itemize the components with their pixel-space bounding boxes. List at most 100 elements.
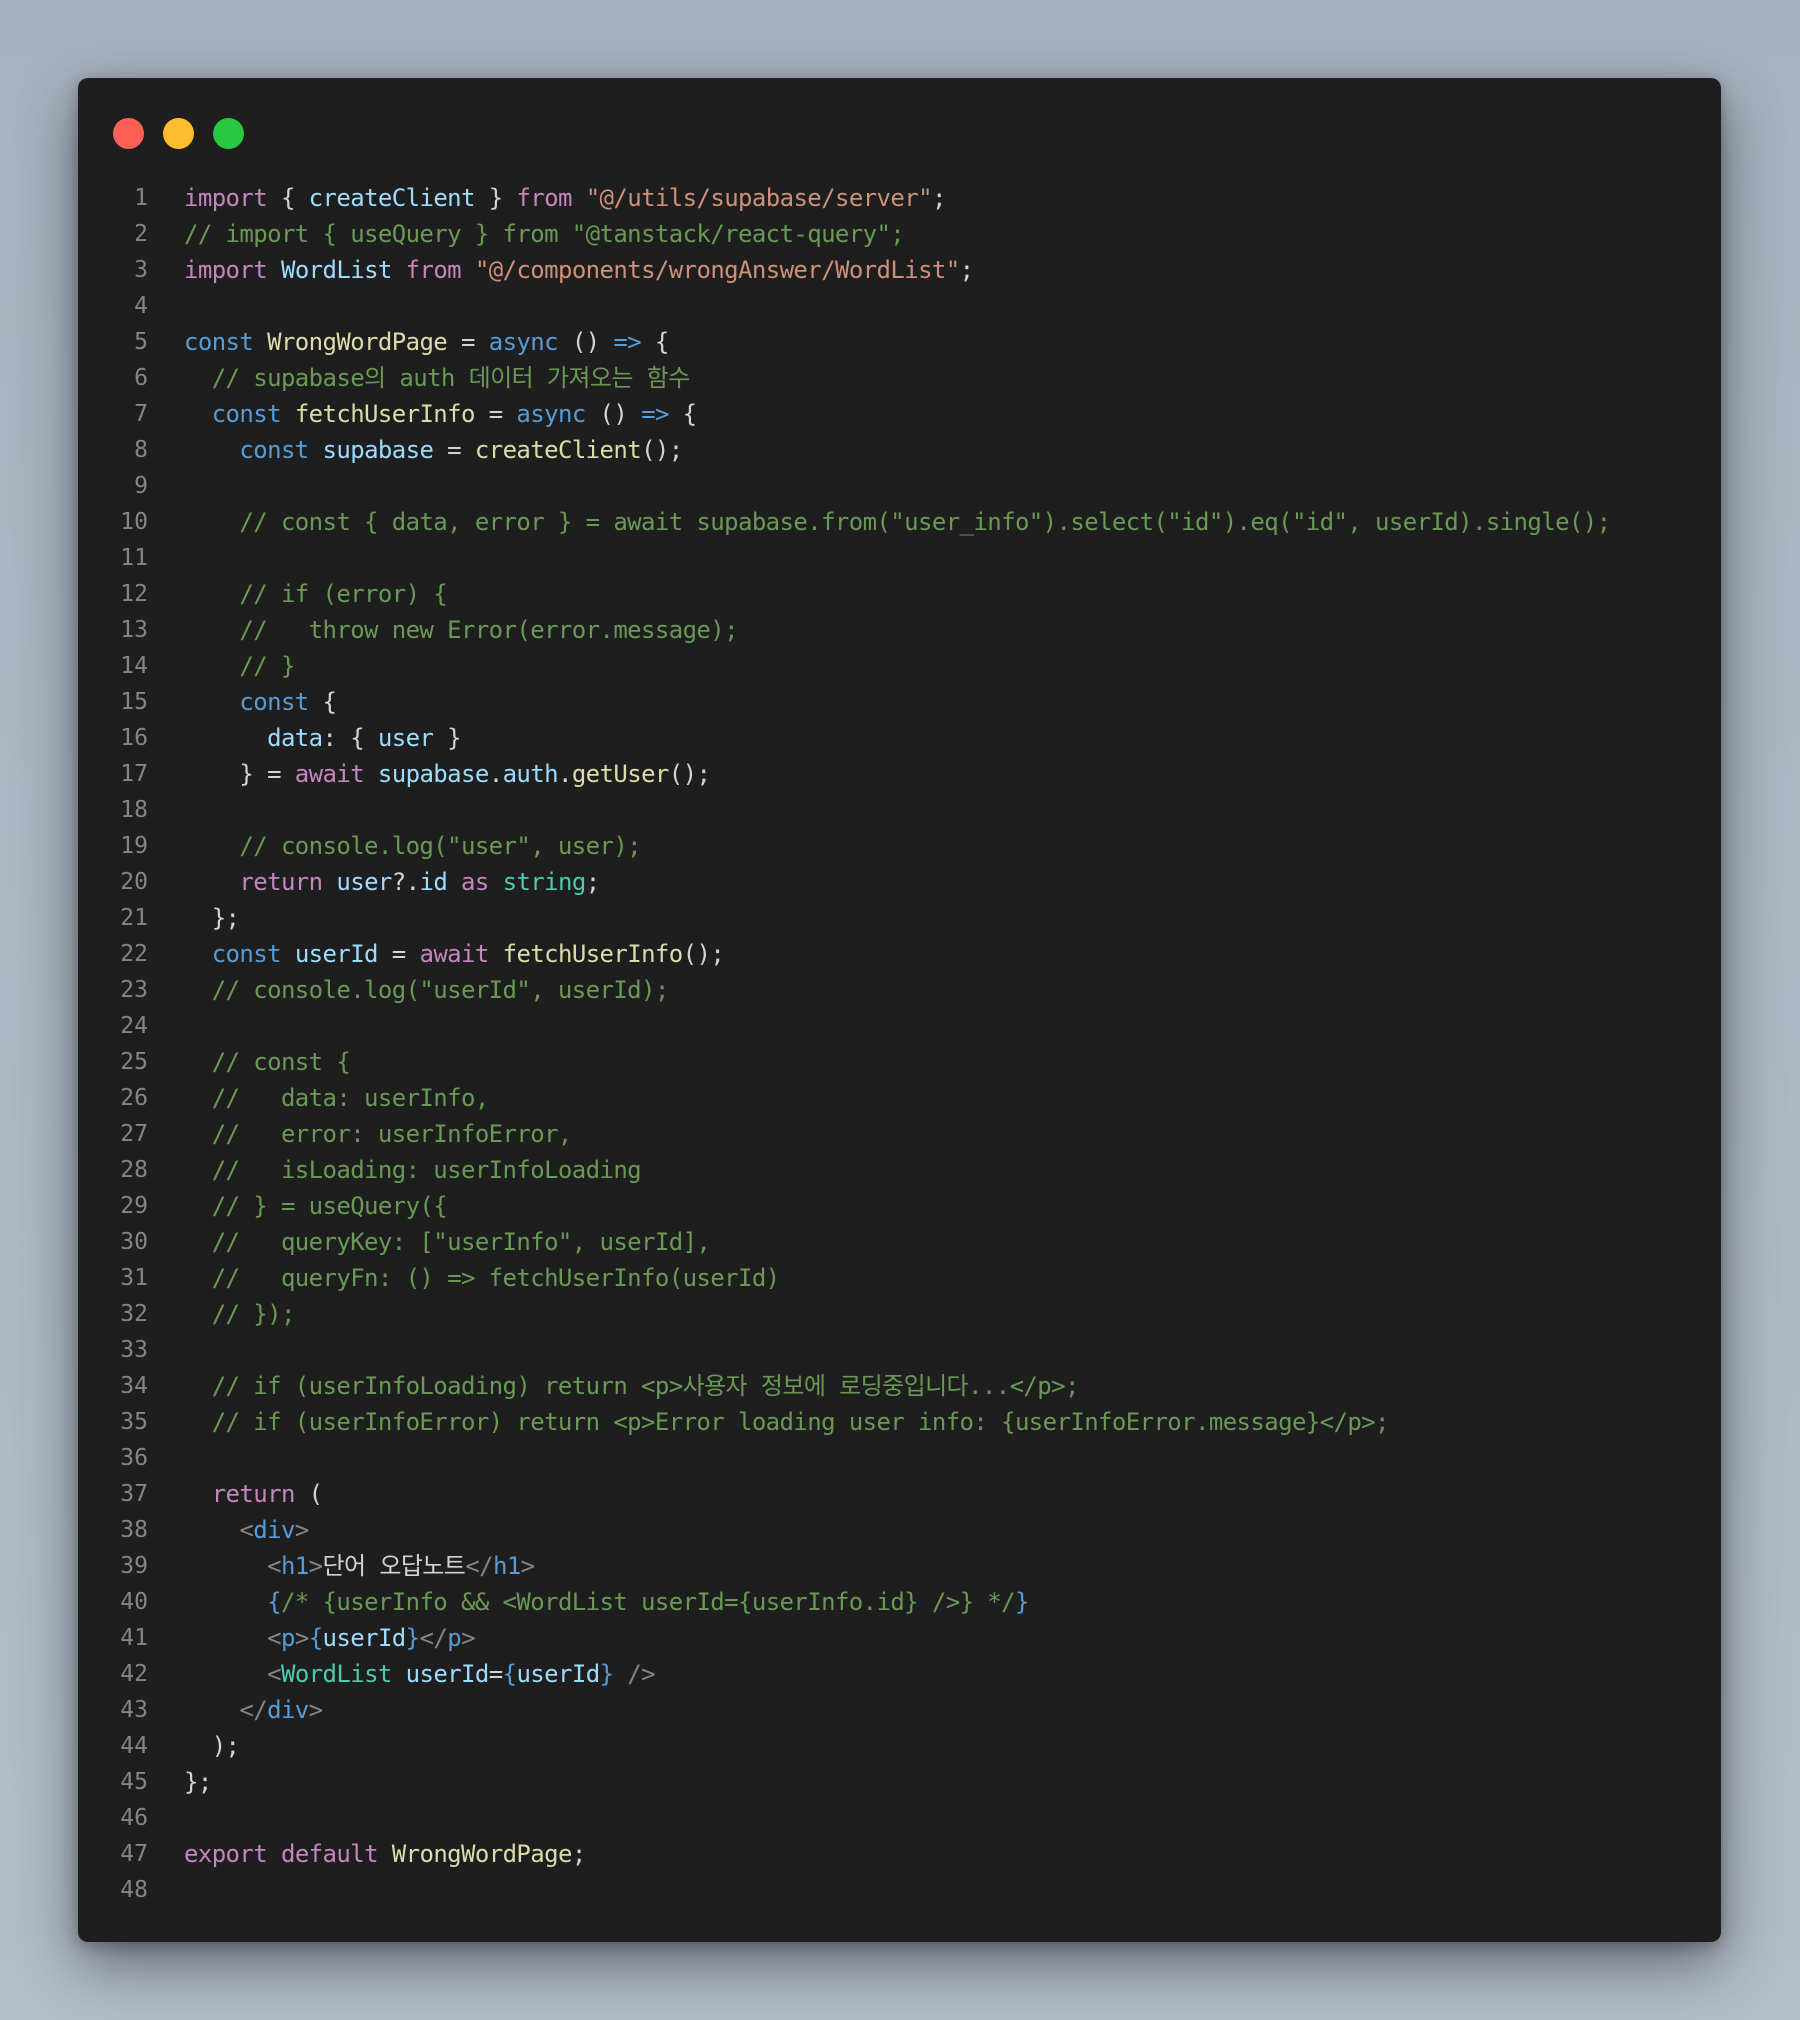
code-token: 단어 오답노트 [322,1552,466,1580]
line-number: 31 [120,1265,148,1291]
code-token: // throw new Error(error.message); [184,616,738,644]
code-line: 37 return ( [78,1476,1721,1512]
line-number: 16 [120,725,148,751]
code-token: (); [682,940,725,968]
code-token: } = [184,760,295,788]
line-number: 6 [134,365,148,391]
code-text: const userId = await fetchUserInfo(); [184,936,725,972]
line-number: 36 [120,1445,148,1471]
close-button[interactable] [113,118,144,149]
code-token: const [184,328,254,356]
code-token: { [502,1660,517,1688]
code-text: }; [184,900,240,936]
line-number: 19 [120,833,148,859]
line-number: 48 [120,1877,148,1903]
code-token: ; [585,868,600,896]
code-token: userId [294,940,379,968]
line-number: 39 [120,1553,148,1579]
code-token: ; [931,184,946,212]
code-line: 23 // console.log("userId", userId); [78,972,1721,1008]
code-token: { [267,1588,281,1616]
code-line: 13 // throw new Error(error.message); [78,612,1721,648]
code-token: // isLoading: userInfoLoading [184,1156,642,1184]
code-text: <WordList userId={userId} /> [184,1656,655,1692]
code-line: 17 } = await supabase.auth.getUser(); [78,756,1721,792]
line-number: 21 [120,905,148,931]
line-number: 5 [134,329,148,355]
code-token: // } [184,652,295,680]
code-token: /> [627,1660,655,1688]
code-text: // supabase의 auth 데이터 가져오는 함수 [184,360,691,396]
code-editor[interactable]: 1 import { createClient } from "@/utils/s… [78,180,1721,1908]
code-line: 33 [78,1332,1721,1368]
code-token: WordList [280,1660,392,1688]
code-token: () [585,400,642,428]
code-text: import { createClient } from "@/utils/su… [184,180,946,216]
code-text: // console.log("userId", userId); [184,972,670,1008]
code-token: ; [571,1840,586,1868]
code-token: = [474,400,517,428]
code-line: 22 const userId = await fetchUserInfo(); [78,936,1721,972]
line-number: 40 [120,1589,148,1615]
line-number: 30 [120,1229,148,1255]
code-token: } [474,184,517,212]
line-number: 13 [120,617,148,643]
code-line: 34 // if (userInfoLoading) return <p>사용자… [78,1368,1721,1404]
code-line: 46 [78,1800,1721,1836]
line-number: 17 [120,761,148,787]
code-token: => [641,400,669,428]
code-text: const supabase = createClient(); [184,432,683,468]
line-number: 23 [120,977,148,1003]
code-token: return [211,1480,296,1508]
code-text: <div> [184,1512,309,1548]
code-token: // import { useQuery } from "@tanstack/r… [184,220,905,248]
code-token: }; [184,1768,212,1796]
code-token: auth [502,760,559,788]
code-token: const [239,688,309,716]
code-text: <p>{userId}</p> [184,1620,475,1656]
code-line: 31 // queryFn: () => fetchUserInfo(userI… [78,1260,1721,1296]
code-line: 26 // data: userInfo, [78,1080,1721,1116]
code-token: </ [465,1552,493,1580]
line-number: 35 [120,1409,148,1435]
code-token: { [267,184,309,212]
code-text: // throw new Error(error.message); [184,612,738,648]
line-number: 7 [134,401,148,427]
minimize-button[interactable] [163,118,194,149]
code-line: 7 const fetchUserInfo = async () => { [78,396,1721,432]
code-token: { [641,328,669,356]
code-token: = [377,940,420,968]
code-token: supabase [322,436,434,464]
code-line: 32 // }); [78,1296,1721,1332]
code-token: . [557,760,572,788]
line-number: 8 [134,437,148,463]
code-line: 27 // error: userInfoError, [78,1116,1721,1152]
code-window: 1 import { createClient } from "@/utils/s… [78,78,1721,1942]
code-text: data: { user } [184,720,462,756]
code-token: > [294,1624,309,1652]
code-line: 39 <h1>단어 오답노트</h1> [78,1548,1721,1584]
code-token: } [599,1660,614,1688]
code-text: // isLoading: userInfoLoading [184,1152,642,1188]
code-line: 14 // } [78,648,1721,684]
line-number: 20 [120,869,148,895]
code-line: 11 [78,540,1721,576]
maximize-button[interactable] [213,118,244,149]
code-line: 28 // isLoading: userInfoLoading [78,1152,1721,1188]
code-text: return ( [184,1476,323,1512]
code-token: import [184,184,268,212]
code-token: // error: userInfoError, [184,1120,573,1148]
code-token: </ [239,1696,268,1724]
code-token: < [267,1552,281,1580]
